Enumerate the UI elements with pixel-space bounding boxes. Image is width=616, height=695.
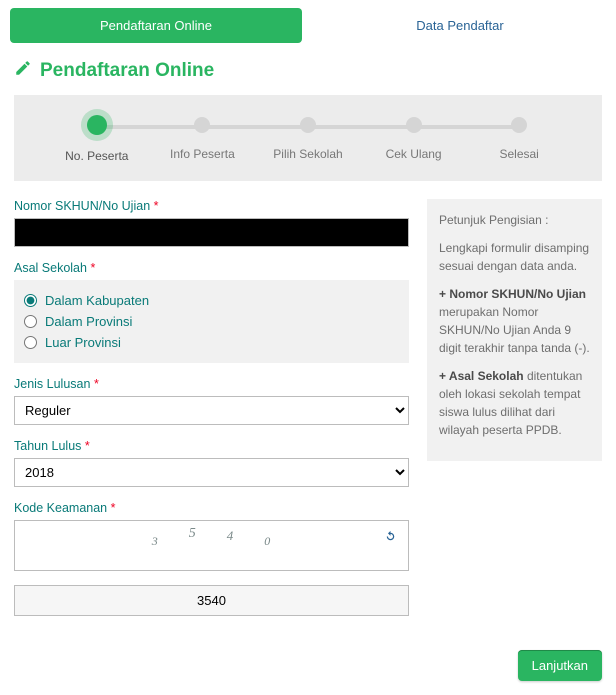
pencil-icon (14, 59, 32, 83)
step-pilih-sekolah: Pilih Sekolah (255, 117, 361, 163)
page-title: Pendaftaran Online (0, 43, 616, 95)
instructions-panel: Petunjuk Pengisian : Lengkapi formulir d… (427, 199, 602, 461)
radio-dalam-kabupaten[interactable]: Dalam Kabupaten (24, 290, 399, 311)
select-tahun-lulus[interactable]: 2018 (14, 458, 409, 487)
label-jenis-lulusan: Jenis Lulusan * (14, 377, 409, 391)
radio-dalam-provinsi[interactable]: Dalam Provinsi (24, 311, 399, 332)
input-captcha[interactable] (14, 585, 409, 616)
label-asal-sekolah: Asal Sekolah * (14, 261, 409, 275)
radio-luar-provinsi[interactable]: Luar Provinsi (24, 332, 399, 353)
progress-stepper: No. Peserta Info Peserta Pilih Sekolah C… (14, 95, 602, 181)
step-selesai: Selesai (466, 117, 572, 163)
input-skhun[interactable] (14, 218, 409, 247)
label-kode-keamanan: Kode Keamanan * (14, 501, 409, 515)
step-info-peserta: Info Peserta (150, 117, 256, 163)
tab-data-pendaftar[interactable]: Data Pendaftar (314, 8, 606, 43)
captcha-image: 3 5 4 0 (14, 520, 409, 571)
radio-group-asal: Dalam Kabupaten Dalam Provinsi Luar Prov… (14, 280, 409, 363)
refresh-icon[interactable] (383, 529, 398, 547)
label-tahun-lulus: Tahun Lulus * (14, 439, 409, 453)
label-skhun: Nomor SKHUN/No Ujian * (14, 199, 409, 213)
step-cek-ulang: Cek Ulang (361, 117, 467, 163)
lanjutkan-button[interactable]: Lanjutkan (518, 650, 602, 681)
step-no-peserta: No. Peserta (44, 117, 150, 163)
select-jenis-lulusan[interactable]: Reguler (14, 396, 409, 425)
tab-pendaftaran-online[interactable]: Pendaftaran Online (10, 8, 302, 43)
